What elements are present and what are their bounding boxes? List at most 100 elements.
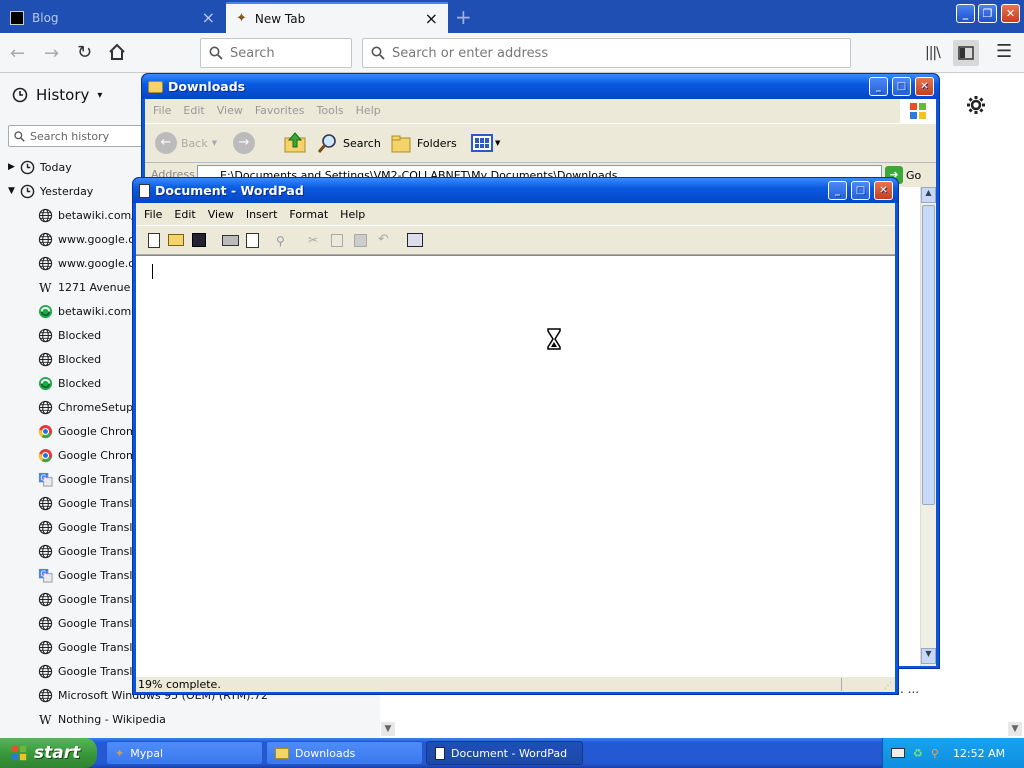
history-item[interactable]: ChromeSetup.e: [38, 397, 143, 417]
folders-icon: [390, 132, 412, 154]
history-item[interactable]: Google Translat: [38, 493, 143, 513]
paste-icon[interactable]: [354, 234, 367, 247]
menu-help[interactable]: Help: [350, 104, 387, 117]
tab-new-tab[interactable]: ✦ New Tab ×: [226, 2, 448, 33]
history-item[interactable]: Google Translat: [38, 613, 143, 633]
history-item[interactable]: betawiki.com/: [38, 205, 135, 225]
history-item[interactable]: W Nothing - Wikipedia: [38, 709, 166, 729]
search-field[interactable]: Search: [200, 38, 352, 68]
explorer-scrollbar[interactable]: ▲ ▼: [920, 187, 936, 666]
address-bar[interactable]: Search or enter address: [362, 38, 851, 68]
downloads-titlebar[interactable]: Downloads _ □ ✕: [142, 74, 939, 99]
close-button[interactable]: ✕: [874, 181, 893, 200]
reload-icon[interactable]: ↻: [77, 42, 92, 63]
history-folder-yesterday[interactable]: ▼ Yesterday: [8, 181, 93, 201]
menu-view[interactable]: View: [202, 208, 240, 221]
maximize-button[interactable]: □: [851, 181, 870, 200]
browser-minimize-button[interactable]: _: [956, 4, 975, 23]
close-tab-icon[interactable]: ×: [202, 9, 215, 26]
history-folder-today[interactable]: ▶ Today: [8, 157, 72, 177]
sidebar-scroll-down-icon[interactable]: ▼: [381, 722, 395, 736]
resize-grip-icon[interactable]: ⋰: [884, 681, 893, 690]
insert-datetime-icon[interactable]: [407, 233, 423, 247]
history-item[interactable]: G Google Translat: [38, 469, 143, 489]
back-arrow-icon[interactable]: ←: [10, 43, 25, 64]
scroll-down-icon[interactable]: ▼: [921, 648, 936, 664]
scroll-down-icon[interactable]: ▼: [1008, 722, 1022, 736]
print-icon[interactable]: [222, 235, 239, 246]
search-icon: [209, 46, 223, 60]
keyboard-icon[interactable]: [891, 748, 905, 758]
menu-file[interactable]: File: [138, 208, 168, 221]
taskbar-item-downloads[interactable]: Downloads: [266, 741, 423, 765]
up-folder-icon[interactable]: [283, 130, 307, 154]
folders-button[interactable]: Folders: [390, 132, 457, 154]
menu-edit[interactable]: Edit: [168, 208, 201, 221]
search-button[interactable]: Search: [317, 132, 381, 154]
minimize-button[interactable]: _: [828, 181, 847, 200]
print-preview-icon[interactable]: [246, 233, 259, 248]
menu-help[interactable]: Help: [334, 208, 371, 221]
network-icon[interactable]: ♻: [913, 747, 923, 760]
sidebar-toggle-icon[interactable]: [953, 40, 979, 66]
forward-arrow-icon[interactable]: →: [233, 132, 255, 154]
menu-format[interactable]: Format: [283, 208, 334, 221]
new-tab-plus-icon[interactable]: +: [455, 5, 472, 29]
close-button[interactable]: ✕: [915, 77, 934, 96]
gear-icon[interactable]: [965, 94, 987, 116]
history-item[interactable]: G Google Translat: [38, 565, 143, 585]
views-button[interactable]: ▼: [471, 134, 500, 152]
history-item[interactable]: Blocked: [38, 373, 101, 393]
undo-icon[interactable]: ↶: [378, 232, 389, 247]
history-item[interactable]: Google Translat: [38, 541, 143, 561]
save-disk-icon[interactable]: [192, 233, 206, 247]
history-item[interactable]: Blocked: [38, 325, 101, 345]
minimize-button[interactable]: _: [869, 77, 888, 96]
browser-restore-button[interactable]: ❐: [978, 4, 997, 23]
history-item[interactable]: www.google.co: [38, 229, 141, 249]
sidebar-title[interactable]: History ▾: [12, 86, 102, 104]
menu-tools[interactable]: Tools: [311, 104, 350, 117]
history-item[interactable]: Google Translat: [38, 517, 143, 537]
menu-view[interactable]: View: [211, 104, 249, 117]
find-binoculars-icon[interactable]: ⚲: [276, 234, 285, 248]
taskbar-item-mypal[interactable]: ✦ Mypal: [106, 741, 263, 765]
menu-file[interactable]: File: [147, 104, 177, 117]
library-icon[interactable]: |||\: [925, 45, 941, 61]
scroll-thumb[interactable]: [922, 205, 935, 505]
close-tab-icon[interactable]: ×: [425, 10, 438, 27]
start-button[interactable]: start: [0, 738, 97, 768]
menu-edit[interactable]: Edit: [177, 104, 210, 117]
search-history-input[interactable]: Search history: [8, 125, 148, 147]
open-folder-icon[interactable]: [168, 234, 184, 246]
tab-label: Blog: [32, 10, 59, 25]
history-item[interactable]: Google Chrome: [38, 445, 143, 465]
history-item-label: betawiki.com/: [58, 208, 135, 222]
history-item[interactable]: www.google.co: [38, 253, 141, 273]
document-edit-area[interactable]: [136, 255, 895, 676]
browser-close-button[interactable]: ✕: [1001, 4, 1020, 23]
tab-blog[interactable]: Blog ×: [0, 2, 225, 33]
history-item[interactable]: Blocked: [38, 349, 101, 369]
history-item[interactable]: betawiki.com: [38, 301, 131, 321]
copy-icon[interactable]: [331, 234, 343, 247]
back-button[interactable]: ← Back ▼: [155, 132, 217, 154]
start-label: start: [34, 743, 81, 763]
history-item[interactable]: Google Translat: [38, 661, 143, 681]
taskbar-item-wordpad[interactable]: Document - WordPad: [426, 741, 583, 765]
new-document-icon[interactable]: [148, 233, 160, 248]
home-icon[interactable]: [108, 43, 126, 61]
menu-favorites[interactable]: Favorites: [249, 104, 311, 117]
history-item[interactable]: Google Chrome: [38, 421, 143, 441]
history-item[interactable]: Google Translat: [38, 637, 143, 657]
history-item[interactable]: Google Translat: [38, 589, 143, 609]
search-icon[interactable]: ⚲: [931, 747, 939, 760]
wordpad-titlebar[interactable]: Document - WordPad _ □ ✕: [133, 178, 898, 203]
cut-scissors-icon[interactable]: ✂: [308, 233, 318, 247]
forward-arrow-icon[interactable]: →: [44, 43, 59, 64]
maximize-button[interactable]: □: [892, 77, 911, 96]
history-item[interactable]: W 1271 Avenue o: [38, 277, 141, 297]
menu-hamburger-icon[interactable]: ☰: [996, 41, 1012, 62]
menu-insert[interactable]: Insert: [240, 208, 284, 221]
scroll-up-icon[interactable]: ▲: [921, 187, 936, 203]
